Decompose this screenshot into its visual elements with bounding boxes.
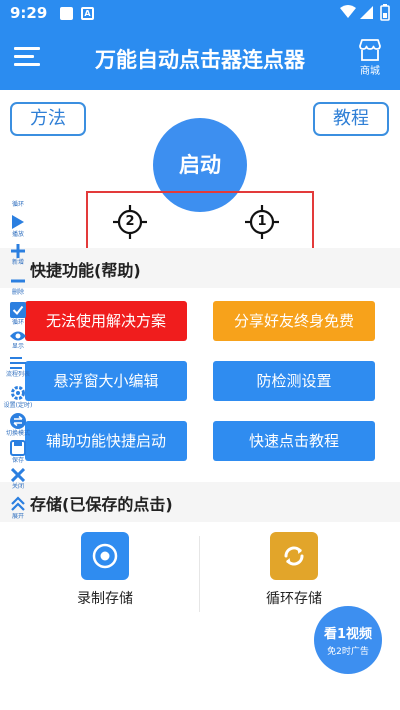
record-storage-button[interactable]: 录制存储 — [55, 532, 155, 608]
tool-loop-toggle[interactable]: 循环 — [6, 302, 30, 327]
record-storage-label: 录制存储 — [77, 591, 133, 607]
store-icon — [359, 39, 381, 61]
chevron-up-icon — [11, 496, 25, 511]
play-icon — [12, 215, 24, 229]
tool-label: 循环 — [11, 319, 24, 326]
tool-label: 新增 — [11, 259, 24, 266]
accessibility-shortcut-label: 辅助功能快捷启动 — [45, 432, 166, 450]
record-icon — [81, 532, 129, 580]
click-target-number: 1 — [257, 214, 267, 229]
accessibility-shortcut-button[interactable]: 辅助功能快捷启动 — [25, 421, 187, 461]
swap-icon — [10, 413, 26, 429]
status-bar: 9:29 A — [0, 0, 400, 26]
shortcuts-header: 快捷功能(帮助) — [0, 248, 400, 288]
app-bar: 万能自动点击器连点器 商城 — [0, 26, 400, 90]
loop-storage-button[interactable]: 循环存储 — [244, 532, 344, 608]
tool-label: 流程列表 — [5, 371, 30, 378]
tool-expand[interactable]: 展开 — [6, 496, 30, 521]
video-ad-subtitle: 免2时广告 — [327, 647, 369, 657]
tool-switch-mode[interactable]: 切换模式 — [6, 413, 30, 438]
tool-add[interactable]: 新增 — [6, 244, 30, 267]
tool-label: 关闭 — [11, 483, 24, 490]
main-content: 方法 教程 启动 2 1 快捷功能(帮助) 无法使用解决方案 分享好友终身免费 — [0, 90, 400, 710]
tool-save[interactable]: 保存 — [6, 440, 30, 465]
minus-icon — [11, 279, 25, 283]
tool-label: 播放 — [11, 231, 24, 238]
tool-play[interactable]: 播放 — [6, 214, 30, 239]
tool-settings[interactable]: 设置(定时) — [4, 385, 32, 410]
tool-label: 切换模式 — [5, 430, 30, 437]
loop-storage-label: 循环存储 — [266, 591, 322, 607]
battery-icon — [380, 4, 390, 21]
save-icon — [10, 440, 26, 456]
tutorial-button[interactable]: 教程 — [313, 102, 389, 136]
anti-detect-label: 防检测设置 — [256, 372, 332, 390]
click-target-number: 2 — [125, 214, 135, 229]
plus-icon — [11, 244, 25, 258]
tool-label: 保存 — [11, 457, 24, 464]
tool-process-list[interactable]: 流程列表 — [6, 356, 30, 379]
tool-label: 展开 — [11, 513, 24, 520]
notification-a-icon: A — [81, 7, 94, 20]
gear-icon — [11, 386, 25, 400]
share-label: 分享好友终身免费 — [233, 312, 354, 330]
close-icon — [11, 468, 25, 482]
window-size-label: 悬浮窗大小编辑 — [53, 372, 159, 390]
troubleshoot-label: 无法使用解决方案 — [45, 312, 166, 330]
tool-label: 设置(定时) — [3, 402, 33, 409]
status-time: 9:29 — [10, 4, 48, 22]
anti-detect-button[interactable]: 防检测设置 — [213, 361, 375, 401]
click-target-2[interactable]: 2 — [113, 205, 147, 239]
shortcuts-title: 快捷功能(帮助) — [30, 261, 141, 280]
tool-delete[interactable]: 删除 — [6, 274, 30, 297]
wifi-icon — [340, 5, 356, 18]
method-button[interactable]: 方法 — [10, 102, 86, 136]
shop-label: 商城 — [360, 66, 380, 77]
tool-label: 删除 — [11, 289, 24, 296]
sync-icon — [270, 532, 318, 580]
troubleshoot-button[interactable]: 无法使用解决方案 — [25, 301, 187, 341]
list-icon — [10, 357, 26, 369]
video-ad-button[interactable]: 看1视频 免2时广告 — [314, 606, 382, 674]
app-title: 万能自动点击器连点器 — [95, 48, 305, 72]
menu-icon[interactable] — [14, 47, 40, 69]
storage-title: 存储(已保存的点击) — [30, 495, 173, 514]
quick-click-tutorial-label: 快速点击教程 — [248, 432, 339, 450]
checkbox-icon — [10, 302, 26, 318]
quick-click-tutorial-button[interactable]: 快速点击教程 — [213, 421, 375, 461]
tool-label: 显示 — [11, 343, 24, 350]
signal-icon — [360, 6, 373, 19]
storage-header: 存储(已保存的点击) — [0, 482, 400, 522]
tool-label: 循环 — [11, 201, 24, 208]
share-button[interactable]: 分享好友终身免费 — [213, 301, 375, 341]
shop-button[interactable]: 商城 — [350, 39, 390, 83]
notification-square-icon — [60, 7, 73, 20]
eye-icon — [10, 331, 26, 341]
storage-divider — [199, 536, 200, 612]
tool-close[interactable]: 关闭 — [6, 468, 30, 491]
tool-loop[interactable]: 循环 — [6, 200, 30, 209]
tool-show[interactable]: 显示 — [6, 330, 30, 351]
window-size-button[interactable]: 悬浮窗大小编辑 — [25, 361, 187, 401]
video-ad-title: 看1视频 — [323, 627, 373, 642]
click-target-1[interactable]: 1 — [245, 205, 279, 239]
